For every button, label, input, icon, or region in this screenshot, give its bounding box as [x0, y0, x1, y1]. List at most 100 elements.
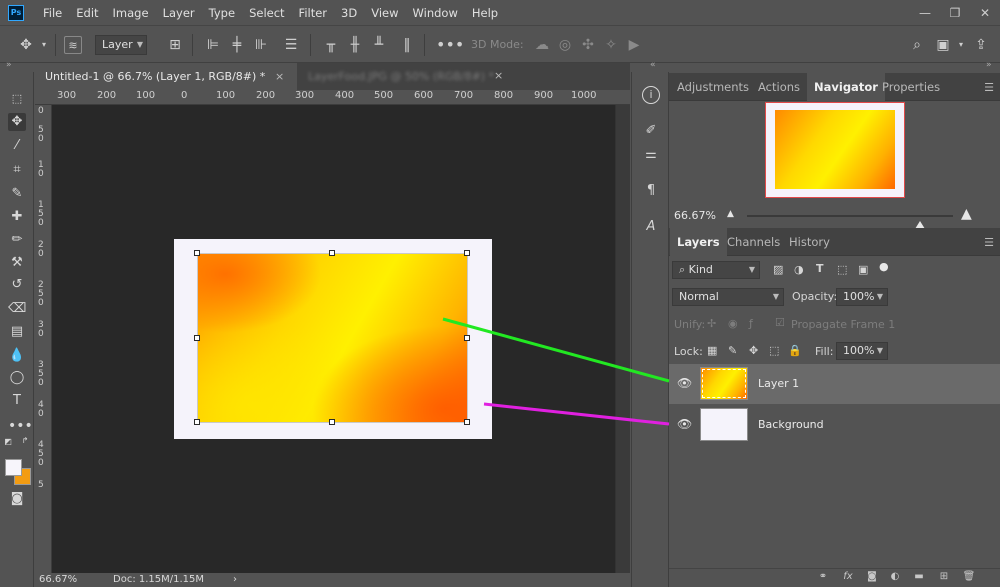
healing-brush-tool-icon[interactable]: ✚	[8, 208, 26, 226]
swap-colors-icon[interactable]: ↱	[20, 436, 30, 446]
lock-all-icon[interactable]: 🔒	[788, 344, 802, 357]
close-tab-icon[interactable]: ×	[494, 69, 503, 82]
gradient-tool-icon[interactable]: ▤	[8, 323, 26, 341]
unify-position-icon[interactable]: ✢	[707, 317, 716, 330]
blend-mode-dropdown[interactable]: Normal ▼	[672, 288, 784, 306]
transform-handle[interactable]	[464, 335, 470, 341]
align-left-icon[interactable]: ⊫	[204, 36, 222, 54]
filter-adjustment-icon[interactable]: ◑	[794, 263, 804, 276]
tab-untitled-1[interactable]: Untitled-1 @ 66.7% (Layer 1, RGB/8#) * ×	[35, 63, 297, 90]
tab-layerfood[interactable]: LayerFood.JPG @ 50% (RGB/8#) *	[298, 63, 520, 90]
close-window-button[interactable]: ✕	[970, 6, 1000, 20]
menu-window[interactable]: Window	[406, 6, 465, 20]
auto-select-dropdown[interactable]: Layer ▼	[95, 35, 147, 55]
layer-row-layer-1[interactable]: 👁 Layer 1	[669, 364, 1000, 404]
transform-handle[interactable]	[194, 250, 200, 256]
visibility-eye-icon[interactable]: 👁	[677, 376, 692, 390]
distribute-bottom-icon[interactable]: ╨	[370, 36, 388, 54]
panel-menu-icon[interactable]: ☰	[984, 236, 994, 249]
layer-style-icon[interactable]: fx	[841, 571, 855, 585]
transform-handle[interactable]	[464, 419, 470, 425]
paragraph-icon[interactable]: ¶	[642, 182, 660, 200]
lock-position-icon[interactable]: ✥	[749, 344, 758, 357]
tab-actions[interactable]: Actions	[751, 73, 807, 101]
tab-history[interactable]: History	[782, 228, 837, 256]
character-icon[interactable]: A	[642, 218, 660, 236]
delete-layer-icon[interactable]: 🗑	[962, 571, 976, 585]
camera-3d-icon[interactable]: ▶	[625, 36, 643, 54]
navigator-zoom-value[interactable]: 66.67%	[674, 209, 716, 222]
distribute-top-icon[interactable]: ╥	[322, 36, 340, 54]
chevron-down-icon[interactable]: ▾	[35, 36, 53, 54]
layer-name[interactable]: Background	[758, 418, 824, 431]
share-icon[interactable]: ⇪	[972, 36, 990, 54]
transform-handle[interactable]	[329, 419, 335, 425]
foreground-color-swatch[interactable]	[5, 459, 22, 476]
workspace-icon[interactable]: ▣	[934, 36, 952, 54]
menu-image[interactable]: Image	[106, 6, 156, 20]
menu-type[interactable]: Type	[202, 6, 242, 20]
propagate-checkbox[interactable]: ☑	[775, 316, 785, 329]
menu-layer[interactable]: Layer	[156, 6, 202, 20]
filter-pixel-icon[interactable]: ▨	[773, 263, 783, 276]
collapse-panels-icon[interactable]: »	[986, 60, 992, 70]
transform-handle[interactable]	[329, 250, 335, 256]
menu-select[interactable]: Select	[242, 6, 291, 20]
history-brush-tool-icon[interactable]: ↺	[8, 276, 26, 294]
filter-kind-dropdown[interactable]: ⌕ Kind ▼	[672, 261, 760, 279]
tab-layers[interactable]: Layers	[670, 228, 727, 256]
close-tab-icon[interactable]: ×	[275, 63, 284, 90]
ellipse-tool-icon[interactable]: ◯	[8, 369, 26, 387]
magic-wand-tool-icon[interactable]: ⁄	[8, 137, 26, 155]
lock-artboard-icon[interactable]: ⬚	[769, 344, 779, 357]
stack-icon[interactable]: ≋	[64, 36, 82, 54]
align-right-icon[interactable]: ⊪	[252, 36, 270, 54]
vertical-scrollbar[interactable]	[615, 105, 630, 573]
tab-adjustments[interactable]: Adjustments	[670, 73, 756, 101]
transform-handle[interactable]	[194, 335, 200, 341]
clone-stamp-tool-icon[interactable]: ⚒	[8, 254, 26, 272]
expand-toolbar-icon[interactable]: »	[6, 60, 12, 70]
pan-3d-icon[interactable]: ✣	[579, 36, 597, 54]
align-vcenter-icon[interactable]: ☰	[282, 36, 300, 54]
layer-1-gradient[interactable]	[197, 253, 468, 423]
adjustments-sliders-icon[interactable]: ⚌	[642, 146, 660, 164]
menu-3d[interactable]: 3D	[334, 6, 364, 20]
align-center-icon[interactable]: ╪	[228, 36, 246, 54]
minimize-button[interactable]: —	[910, 6, 940, 20]
lock-transparent-icon[interactable]: ▦	[707, 344, 717, 357]
filter-type-icon[interactable]: T	[816, 262, 824, 275]
zoom-slider-track[interactable]	[747, 215, 953, 229]
type-tool-icon[interactable]: T	[8, 392, 26, 410]
expand-panels-icon[interactable]: «	[650, 60, 656, 70]
default-colors-icon[interactable]: ◩	[3, 437, 13, 447]
panel-menu-icon[interactable]: ☰	[984, 81, 994, 94]
fill-field[interactable]: 100% ▼	[836, 342, 888, 360]
menu-edit[interactable]: Edit	[69, 6, 105, 20]
menu-view[interactable]: View	[364, 6, 405, 20]
tab-properties[interactable]: Properties	[875, 73, 947, 101]
adjustment-layer-icon[interactable]: ◐	[888, 571, 902, 585]
link-layers-icon[interactable]: ⚭	[816, 571, 830, 585]
unify-style-icon[interactable]: ƒ	[749, 317, 753, 330]
visibility-eye-icon[interactable]: 👁	[677, 417, 692, 431]
orbit-3d-icon[interactable]: ☁	[533, 36, 551, 54]
lock-image-icon[interactable]: ✎	[728, 344, 737, 357]
brush-tool-icon[interactable]: ✏	[8, 231, 26, 249]
layer-name[interactable]: Layer 1	[758, 377, 799, 390]
filter-toggle-icon[interactable]: ●	[879, 260, 889, 273]
filter-shape-icon[interactable]: ⬚	[837, 263, 847, 276]
zoom-in-icon[interactable]: ▲	[961, 206, 972, 222]
slide-3d-icon[interactable]: ✧	[602, 36, 620, 54]
restore-button[interactable]: ❐	[940, 6, 970, 20]
distribute-gap-icon[interactable]: ‖	[398, 36, 416, 54]
filter-smart-object-icon[interactable]: ▣	[858, 263, 868, 276]
opacity-field[interactable]: 100% ▼	[836, 288, 888, 306]
marquee-tool-icon[interactable]: ⬚	[8, 90, 26, 108]
brush-settings-icon[interactable]: ✐	[642, 122, 660, 140]
tab-channels[interactable]: Channels	[720, 228, 787, 256]
search-icon[interactable]: ⌕	[908, 36, 926, 54]
new-group-icon[interactable]: ▬	[912, 571, 926, 585]
add-mask-icon[interactable]: ◙	[865, 571, 879, 585]
transform-handle[interactable]	[194, 419, 200, 425]
